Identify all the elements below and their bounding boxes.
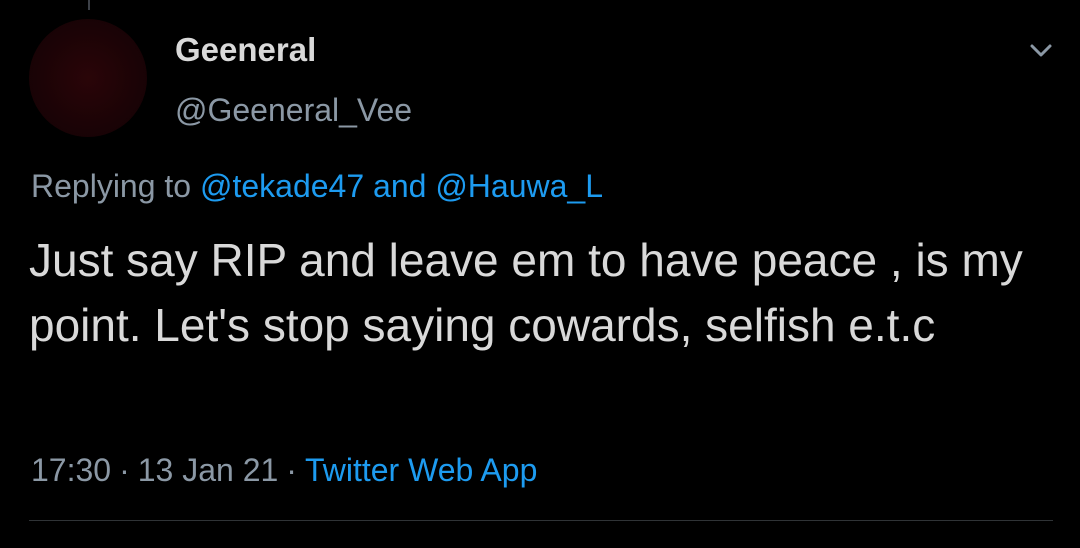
tweet-metadata: 17:30 · 13 Jan 21 · Twitter Web App — [31, 450, 537, 490]
tweet-text: Just say RIP and leave em to have peace … — [29, 234, 1023, 351]
meta-separator: · — [286, 452, 297, 488]
tweet-time[interactable]: 17:30 — [31, 452, 111, 488]
more-options-button[interactable] — [1024, 38, 1058, 64]
tweet-source-link[interactable]: Twitter Web App — [305, 452, 537, 488]
meta-separator: · — [119, 452, 130, 488]
tweet-date[interactable]: 13 Jan 21 — [138, 452, 279, 488]
user-handle[interactable]: @Geeneral_Vee — [175, 90, 412, 130]
chevron-down-icon — [1030, 44, 1052, 57]
replying-to-line: Replying to @tekade47 and @Hauwa_L — [31, 166, 603, 206]
divider — [29, 520, 1053, 521]
thread-connector-line — [88, 0, 90, 10]
reply-conjunction: and — [373, 168, 427, 204]
display-name[interactable]: Geeneral — [175, 30, 316, 70]
reply-mention-tekade47[interactable]: @tekade47 — [200, 168, 364, 204]
replying-prefix: Replying to — [31, 168, 192, 204]
avatar[interactable] — [29, 19, 147, 137]
reply-mention-hauwa-l[interactable]: @Hauwa_L — [435, 168, 603, 204]
